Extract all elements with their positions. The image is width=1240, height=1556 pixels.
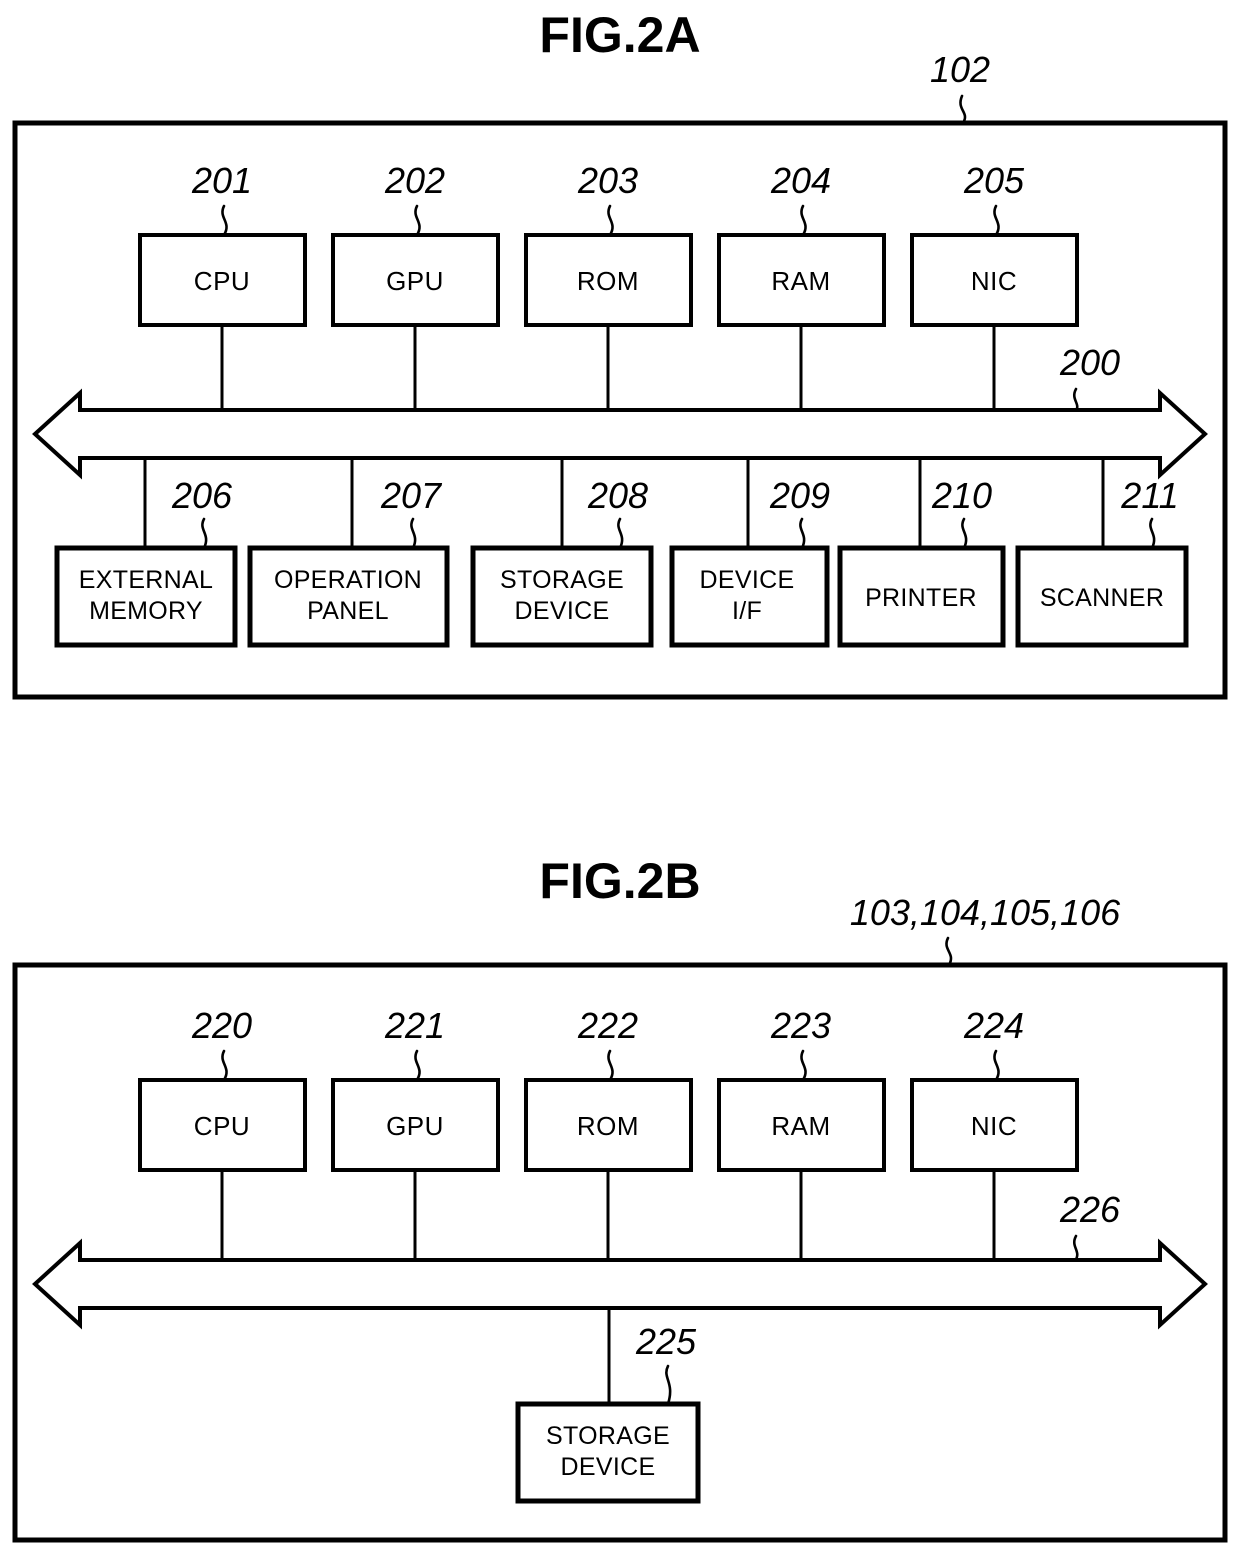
reference-numeral-frame-2b: 103,104,105,106 [850, 892, 1121, 933]
unit-label-rom-203: ROM [577, 266, 639, 296]
leader-line-208 [617, 517, 624, 550]
leader-line-221 [414, 1049, 421, 1082]
unit-label-ram-204: RAM [771, 266, 830, 296]
unit-ram-223: 223 RAM [717, 1005, 886, 1260]
unit-gpu-221: 221 GPU [331, 1005, 500, 1260]
leader-line-225 [665, 1364, 672, 1406]
figure-2b-title: FIG.2B [539, 853, 700, 909]
unit-label-cpu-201: CPU [194, 266, 250, 296]
leader-line-204 [800, 204, 807, 237]
reference-numeral-225: 225 [635, 1321, 697, 1362]
leader-line-207 [410, 517, 417, 550]
unit-label-gpu-221: GPU [386, 1111, 444, 1141]
unit-label-rom-222: ROM [577, 1111, 639, 1141]
reference-numeral-frame-2a: 102 [930, 49, 990, 90]
system-bus-200: 200 [32, 342, 1208, 480]
reference-numeral-226: 226 [1059, 1189, 1121, 1230]
reference-numeral-210: 210 [931, 475, 992, 516]
reference-numeral-203: 203 [577, 160, 638, 201]
unit-label-nic-224: NIC [971, 1111, 1017, 1141]
figure-2b: FIG.2B 103,104,105,106 220 CPU 221 GPU 2… [12, 853, 1228, 1543]
unit-label-scanner-211: SCANNER [1040, 584, 1164, 612]
leader-line-210 [961, 517, 968, 550]
leader-line-206 [201, 517, 208, 550]
unit-nic-205: 205 NIC [910, 160, 1079, 410]
unit-label-device-if-line2: I/F [732, 597, 762, 625]
unit-gpu-202: 202 GPU [331, 160, 500, 410]
reference-numeral-222: 222 [577, 1005, 638, 1046]
leader-line-203 [607, 204, 614, 237]
leader-line-226 [1072, 1234, 1079, 1263]
leader-line-frame-2a [959, 94, 967, 125]
reference-numeral-201: 201 [191, 160, 252, 201]
leader-line-frame-2b [945, 936, 953, 967]
unit-cpu-201: 201 CPU [138, 160, 307, 410]
reference-numeral-200: 200 [1059, 342, 1120, 383]
unit-label-storage-device-line1: STORAGE [500, 566, 624, 594]
reference-numeral-220: 220 [191, 1005, 252, 1046]
unit-nic-224: 224 NIC [910, 1005, 1079, 1260]
reference-numeral-204: 204 [770, 160, 831, 201]
leader-line-205 [993, 204, 1000, 237]
unit-cpu-220: 220 CPU [138, 1005, 307, 1260]
reference-numeral-211: 211 [1120, 475, 1178, 516]
reference-numeral-209: 209 [769, 475, 830, 516]
reference-numeral-207: 207 [380, 475, 443, 516]
reference-numeral-208: 208 [587, 475, 648, 516]
unit-device-if-209: 209 DEVICE I/F [669, 458, 830, 648]
leader-line-220 [221, 1049, 228, 1082]
unit-label-storage-device-225-line1: STORAGE [546, 1422, 670, 1450]
leader-line-209 [799, 517, 806, 550]
unit-label-external-memory-line1: EXTERNAL [79, 566, 213, 594]
leader-line-202 [414, 204, 421, 237]
bus-arrow-200 [32, 388, 1208, 480]
reference-numeral-221: 221 [384, 1005, 445, 1046]
figure-2a-top-row: 201 CPU 202 GPU 203 ROM 204 RAM 205 NIC [138, 160, 1079, 410]
leader-line-211 [1149, 517, 1156, 550]
leader-line-222 [607, 1049, 614, 1082]
unit-printer-210: 210 PRINTER [837, 458, 1006, 648]
unit-rom-222: 222 ROM [524, 1005, 693, 1260]
leader-line-224 [993, 1049, 1000, 1082]
figure-2b-top-row: 220 CPU 221 GPU 222 ROM 223 RAM 224 NIC [138, 1005, 1079, 1260]
unit-storage-device-225: 225 STORAGE DEVICE [515, 1308, 701, 1504]
figure-2a-title: FIG.2A [539, 7, 700, 63]
system-bus-226: 226 [32, 1189, 1208, 1330]
unit-rom-203: 203 ROM [524, 160, 693, 410]
unit-label-gpu-202: GPU [386, 266, 444, 296]
unit-label-ram-223: RAM [771, 1111, 830, 1141]
reference-numeral-202: 202 [384, 160, 445, 201]
unit-label-cpu-220: CPU [194, 1111, 250, 1141]
unit-label-storage-device-225-line2: DEVICE [561, 1453, 656, 1481]
reference-numeral-205: 205 [963, 160, 1025, 201]
unit-storage-device-208: 208 STORAGE DEVICE [470, 458, 654, 648]
unit-scanner-211: 211 SCANNER [1015, 458, 1189, 648]
reference-numeral-224: 224 [963, 1005, 1024, 1046]
reference-numeral-223: 223 [770, 1005, 831, 1046]
reference-numeral-206: 206 [171, 475, 233, 516]
unit-label-device-if-line1: DEVICE [700, 566, 795, 594]
leader-line-223 [800, 1049, 807, 1082]
leader-line-201 [221, 204, 228, 237]
unit-label-storage-device-line2: DEVICE [515, 597, 610, 625]
figure-2a: FIG.2A 102 201 CPU 202 GPU 203 ROM 204 R… [12, 7, 1228, 700]
bus-arrow-226 [32, 1238, 1208, 1330]
unit-label-external-memory-line2: MEMORY [89, 597, 203, 625]
unit-label-operation-panel-line1: OPERATION [274, 566, 422, 594]
figure-2a-bottom-row: 206 EXTERNAL MEMORY 207 OPERATION PANEL … [54, 458, 1189, 648]
unit-label-operation-panel-line2: PANEL [307, 597, 389, 625]
patent-figure-sheet: FIG.2A 102 201 CPU 202 GPU 203 ROM 204 R… [12, 7, 1228, 1543]
unit-external-memory-206: 206 EXTERNAL MEMORY [54, 458, 238, 648]
unit-operation-panel-207: 207 OPERATION PANEL [247, 458, 450, 648]
unit-label-nic-205: NIC [971, 266, 1017, 296]
unit-label-printer-210: PRINTER [865, 584, 977, 612]
unit-ram-204: 204 RAM [717, 160, 886, 410]
